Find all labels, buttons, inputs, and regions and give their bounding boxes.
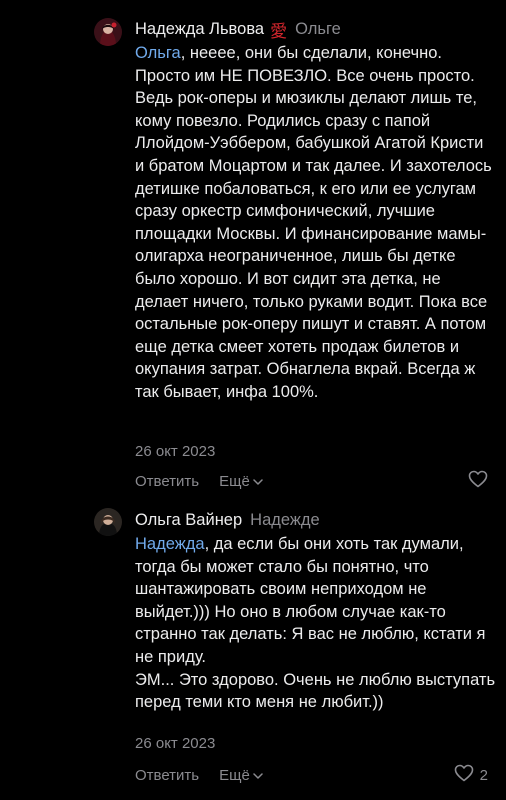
- reply-to-name[interactable]: Ольге: [295, 20, 341, 39]
- comment-body: , да если бы они хоть так думали, тогда …: [135, 535, 496, 712]
- comment-header: Ольга Вайнер Надежде: [135, 508, 320, 532]
- love-kanji-icon: 愛: [270, 21, 288, 42]
- author-name[interactable]: Ольга Вайнер: [135, 511, 242, 530]
- like-button[interactable]: [468, 470, 488, 492]
- comment-actions: Ответить Ещё: [135, 470, 263, 492]
- avatar[interactable]: [94, 18, 122, 46]
- comment-text: Ольга, нееее, они бы сделали, конечно. П…: [135, 42, 497, 404]
- more-button[interactable]: Ещё: [219, 767, 263, 784]
- like-button[interactable]: 2: [454, 764, 488, 786]
- reply-to-name[interactable]: Надежде: [250, 511, 320, 530]
- comment-actions: Ответить Ещё: [135, 764, 263, 786]
- comment-header: Надежда Львова 愛 Ольге: [135, 17, 341, 42]
- mention-link[interactable]: Ольга: [135, 44, 181, 62]
- reply-button[interactable]: Ответить: [135, 767, 199, 784]
- like-count: 2: [479, 766, 488, 784]
- chevron-down-icon: [253, 767, 263, 784]
- heart-icon: [468, 470, 488, 492]
- more-label: Ещё: [219, 766, 250, 784]
- comment-body: , нееее, они бы сделали, конечно. Просто…: [135, 44, 492, 401]
- comment-date: 26 окт 2023: [135, 735, 216, 752]
- chevron-down-icon: [253, 473, 263, 490]
- more-label: Ещё: [219, 472, 250, 490]
- comment-date: 26 окт 2023: [135, 443, 216, 460]
- comment-text: Надежда, да если бы они хоть так думали,…: [135, 533, 497, 714]
- author-name[interactable]: Надежда Львова: [135, 20, 264, 39]
- more-button[interactable]: Ещё: [219, 473, 263, 490]
- reply-button[interactable]: Ответить: [135, 473, 199, 490]
- avatar[interactable]: [94, 508, 122, 536]
- heart-icon: [454, 764, 474, 786]
- mention-link[interactable]: Надежда: [135, 535, 205, 553]
